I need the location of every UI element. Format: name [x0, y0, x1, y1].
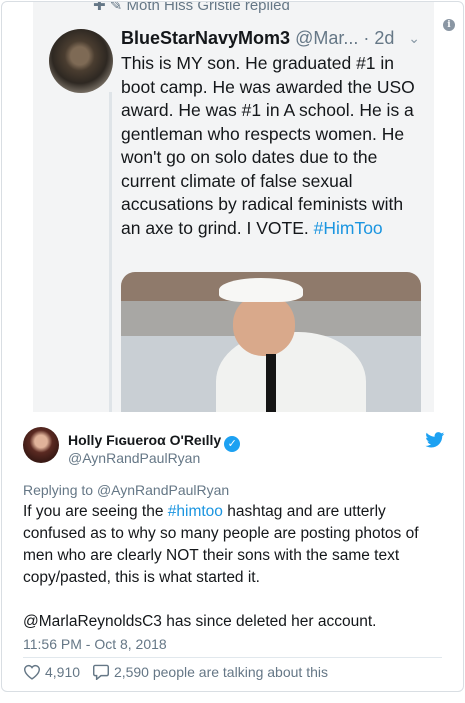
embedded-display-name: BlueStarNavyMom3: [121, 28, 291, 48]
embedded-screenshot: ✚ ✎ Moth Hiss Gristle replied BlueStarNa…: [33, 2, 434, 412]
conversation-stat[interactable]: 2,590 people are talking about this: [92, 664, 328, 680]
avatar[interactable]: [23, 427, 59, 463]
tweet-timestamp[interactable]: 11:56 PM - Oct 8, 2018: [23, 636, 167, 652]
talking-count: 2,590 people are talking about this: [113, 664, 328, 680]
speech-bubble-icon: [92, 664, 109, 680]
tweet-paragraph-1: If you are seeing the #himtoo hashtag an…: [23, 503, 419, 586]
sailor-hat: [219, 278, 303, 302]
like-stat[interactable]: 4,910: [23, 664, 80, 680]
replying-to-link[interactable]: @AynRandPaulRyan: [97, 482, 229, 498]
replying-to: Replying to @AynRandPaulRyan: [23, 482, 230, 498]
thread-line: [109, 92, 112, 412]
tweet-text: If you are seeing the #himtoo hashtag an…: [23, 501, 447, 633]
engagement-stats: 4,910 2,590 people are talking about thi…: [23, 664, 336, 680]
hashtag-link[interactable]: #himtoo: [168, 503, 223, 520]
tweet-paragraph-2: @MarlaReynoldsC3 has since deleted her a…: [23, 613, 377, 630]
tweet-card: i ✚ ✎ Moth Hiss Gristle replied BlueStar…: [1, 1, 464, 692]
author-handle[interactable]: @AynRandPaulRyan: [68, 450, 200, 466]
twitter-bird-icon[interactable]: [425, 432, 445, 448]
info-icon[interactable]: i: [443, 19, 455, 31]
embedded-tweet-text: This is MY son. He graduated #1 in boot …: [121, 53, 415, 238]
author-name[interactable]: Holly Fιɢueroα O'Reιlly ✓: [68, 432, 241, 452]
chevron-down-icon: ⌄: [408, 30, 420, 46]
divider: [23, 657, 442, 658]
sailor-photo: [121, 272, 421, 412]
reply-context: ✚ ✎ Moth Hiss Gristle replied: [93, 2, 290, 14]
display-name[interactable]: Holly Fιɢueroα O'Reιlly: [68, 432, 221, 448]
sailor-face: [233, 294, 295, 356]
embedded-handle: @Mar...: [295, 28, 359, 48]
retweet-icon: ✚ ✎: [93, 2, 123, 14]
embedded-hashtag: #HimToo: [313, 217, 383, 238]
like-count: 4,910: [45, 664, 81, 680]
embedded-author: BlueStarNavyMom3 @Mar... · 2d: [121, 28, 394, 49]
verified-badge-icon: ✓: [224, 436, 241, 452]
embedded-avatar: [49, 29, 113, 93]
embedded-age: · 2d: [363, 28, 395, 48]
heart-icon: [23, 664, 41, 680]
sailor-neckerchief: [266, 354, 276, 412]
